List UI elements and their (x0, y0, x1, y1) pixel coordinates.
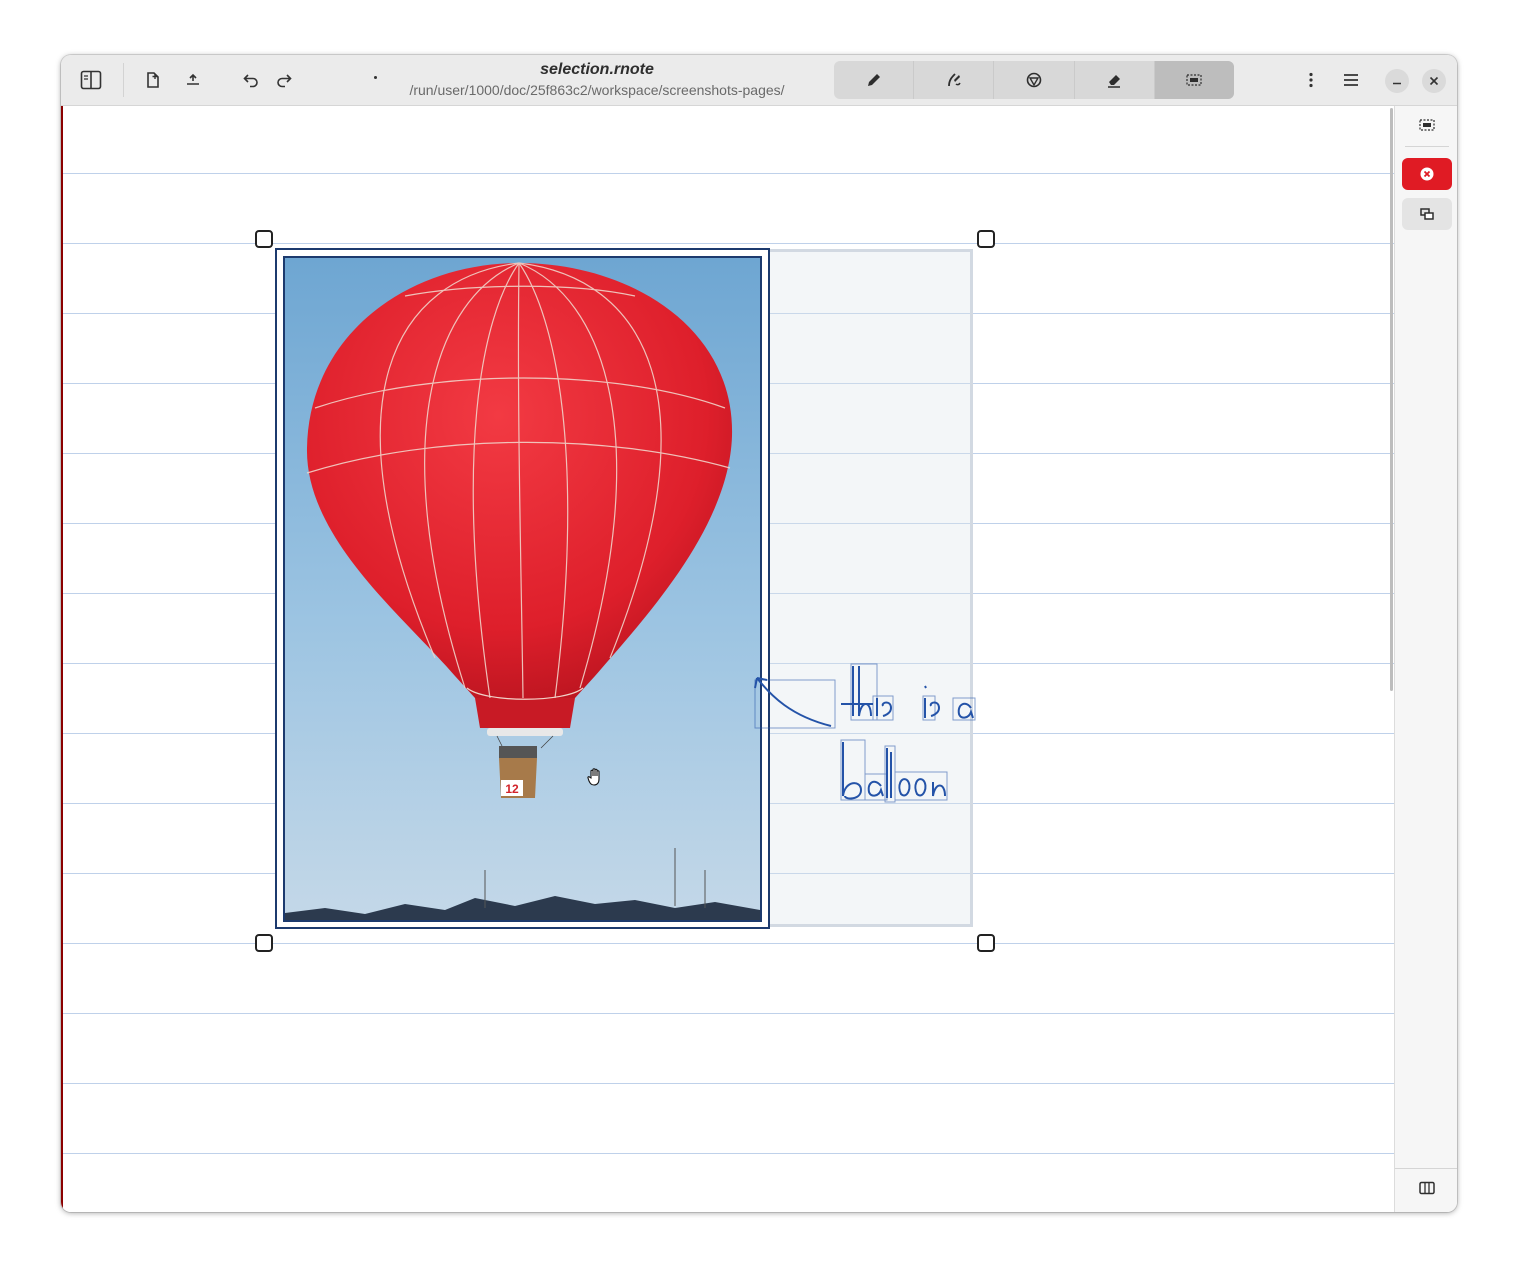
title-block: selection.rnote /run/user/1000/doc/25f86… (361, 59, 833, 99)
more-options-button[interactable] (1295, 64, 1327, 96)
menu-icon (1344, 74, 1358, 86)
ruled-line (63, 1013, 1394, 1014)
selection-sidebar (1394, 106, 1457, 1212)
app-window: selection.rnote /run/user/1000/doc/25f86… (61, 55, 1457, 1212)
handwritten-note[interactable] (741, 656, 981, 816)
shaper-tool-button[interactable] (914, 61, 995, 99)
balloon-image[interactable]: 12 (283, 256, 762, 922)
close-icon (1429, 76, 1439, 86)
duplicate-selection-button[interactable] (1402, 198, 1452, 230)
ruled-line (63, 1153, 1394, 1154)
sidebar-toggle-button[interactable] (75, 64, 107, 96)
selection-mode-button[interactable] (1402, 109, 1452, 141)
resize-handle-bottom-right[interactable] (977, 934, 995, 952)
resize-handle-top-right[interactable] (977, 230, 995, 248)
page-margin-line (61, 106, 63, 1212)
vertical-scrollbar[interactable] (1390, 108, 1393, 691)
selection-mode-icon (1419, 119, 1435, 131)
drawing-canvas[interactable]: 12 (61, 106, 1394, 1212)
document-path: /run/user/1000/doc/25f863c2/workspace/sc… (409, 82, 785, 98)
delete-selection-icon (1420, 167, 1434, 181)
tool-selector (834, 61, 1234, 99)
undo-icon (243, 74, 258, 88)
main-menu-button[interactable] (1335, 64, 1367, 96)
toggle-panel-button[interactable] (1402, 1172, 1452, 1204)
sidebar-bottom-separator (1395, 1168, 1457, 1169)
minimize-button[interactable] (1385, 69, 1409, 93)
resize-handle-bottom-left[interactable] (255, 934, 273, 952)
redo-icon (277, 74, 292, 88)
new-document-button[interactable] (137, 64, 169, 96)
import-icon (187, 73, 199, 85)
toggle-panel-icon (1419, 1181, 1435, 1195)
typewriter-icon (1026, 72, 1042, 88)
basket-number: 12 (505, 782, 519, 796)
shaper-icon (947, 73, 961, 87)
eraser-icon (1108, 75, 1121, 88)
selector-icon (1186, 74, 1203, 86)
header-bar: selection.rnote /run/user/1000/doc/25f86… (61, 55, 1457, 106)
resize-handle-top-left[interactable] (255, 230, 273, 248)
hand-cursor-icon (587, 768, 600, 786)
more-options-icon (1309, 72, 1313, 88)
delete-selection-button[interactable] (1402, 158, 1452, 190)
duplicate-selection-icon (1420, 208, 1434, 220)
ruled-line (63, 1083, 1394, 1084)
header-separator (123, 63, 124, 97)
import-button[interactable] (177, 64, 209, 96)
sidebar-toggle-icon (80, 70, 102, 90)
balloon-photo: 12 (285, 258, 760, 920)
sidebar-separator (1405, 146, 1449, 147)
pen-icon (867, 74, 880, 86)
undo-button[interactable] (235, 64, 267, 96)
eraser-tool-button[interactable] (1075, 61, 1155, 99)
close-button[interactable] (1422, 69, 1446, 93)
selector-tool-button[interactable] (1154, 61, 1234, 99)
minimize-icon (1393, 82, 1401, 85)
typewriter-tool-button[interactable] (994, 61, 1075, 99)
document-title: selection.rnote (540, 61, 654, 78)
new-document-icon (147, 72, 159, 88)
ruled-line (63, 173, 1394, 174)
pen-tool-button[interactable] (834, 61, 915, 99)
redo-button[interactable] (268, 64, 300, 96)
